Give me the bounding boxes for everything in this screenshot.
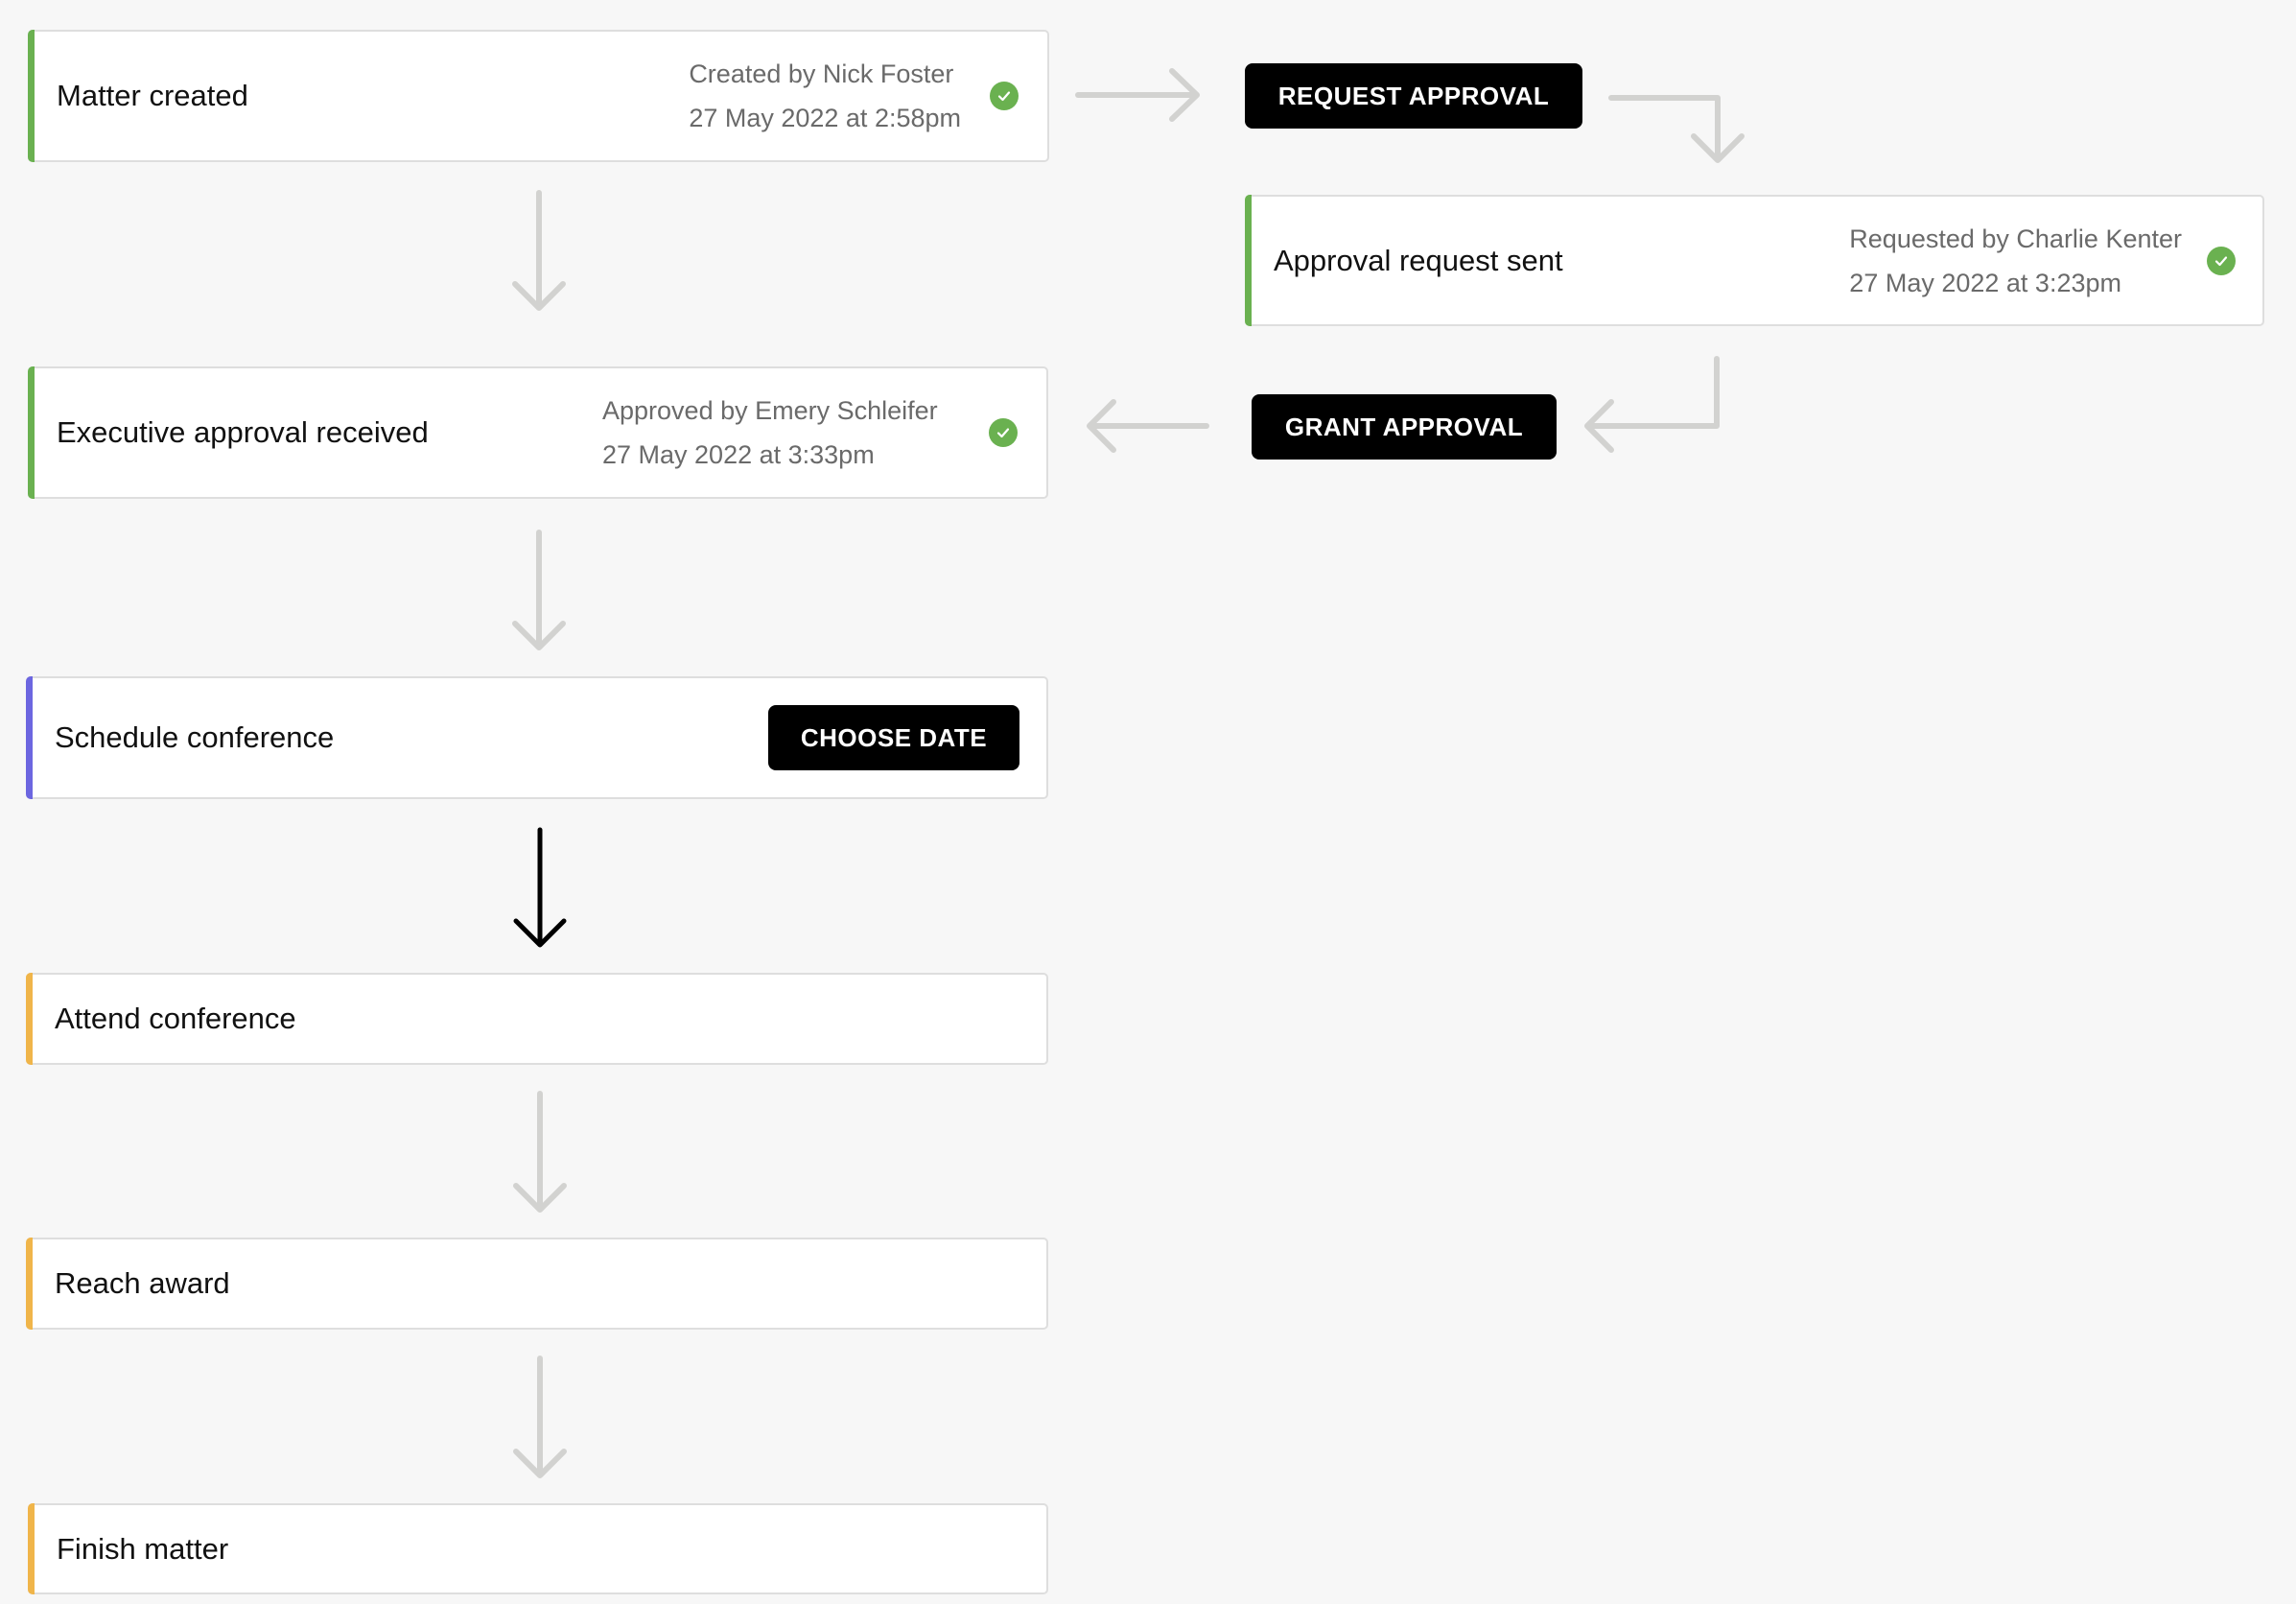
check-circle-icon <box>990 82 1019 110</box>
elbow-arrow-to-approval-request-sent <box>1608 95 1745 163</box>
step-title: Approval request sent <box>1274 243 1563 277</box>
request-approval-button[interactable]: REQUEST APPROVAL <box>1245 63 1582 129</box>
step-card-schedule-conference: Schedule conference CHOOSE DATE <box>26 676 1048 799</box>
step-card-matter-created: Matter created Created by Nick Foster 27… <box>28 30 1049 162</box>
step-meta-timestamp: 27 May 2022 at 2:58pm <box>689 104 961 132</box>
step-meta-timestamp: 27 May 2022 at 3:33pm <box>602 440 875 469</box>
arrow-down-to-attend-conference-active <box>513 827 567 948</box>
step-card-approval-request-sent: Approval request sent Requested by Charl… <box>1245 195 2264 326</box>
arrow-down-to-finish-matter <box>513 1356 567 1478</box>
step-title: Matter created <box>57 79 248 112</box>
arrow-left-to-executive-approval <box>1087 399 1209 453</box>
step-meta: Requested by Charlie Kenter 27 May 2022 … <box>1849 217 2182 305</box>
step-meta-author: Requested by Charlie Kenter <box>1849 224 2182 253</box>
step-card-reach-award: Reach award <box>26 1238 1048 1330</box>
step-title: Schedule conference <box>55 720 335 754</box>
step-title: Finish matter <box>57 1531 229 1566</box>
elbow-arrow-to-grant-approval <box>1584 356 1720 453</box>
step-card-executive-approval-received: Executive approval received Approved by … <box>28 366 1048 499</box>
step-meta: Approved by Emery Schleifer 27 May 2022 … <box>602 389 938 477</box>
choose-date-button[interactable]: CHOOSE DATE <box>768 705 1019 770</box>
arrow-down-to-schedule-conference <box>512 530 566 650</box>
arrow-right-to-request-approval <box>1075 68 1200 122</box>
step-meta-author: Created by Nick Foster <box>689 59 954 88</box>
check-circle-icon <box>2207 246 2236 275</box>
step-card-attend-conference: Attend conference <box>26 973 1048 1065</box>
step-card-finish-matter: Finish matter <box>28 1503 1048 1594</box>
step-meta: Created by Nick Foster 27 May 2022 at 2:… <box>689 52 961 140</box>
arrow-down-to-reach-award <box>513 1091 567 1213</box>
grant-approval-button[interactable]: GRANT APPROVAL <box>1252 394 1557 460</box>
step-title: Reach award <box>55 1266 230 1300</box>
arrow-down-to-executive-approval <box>512 190 566 311</box>
step-title: Executive approval received <box>57 415 429 449</box>
step-meta-timestamp: 27 May 2022 at 3:23pm <box>1849 268 2121 297</box>
check-circle-icon <box>989 418 1018 447</box>
step-meta-author: Approved by Emery Schleifer <box>602 396 938 425</box>
step-title: Attend conference <box>55 1002 296 1035</box>
